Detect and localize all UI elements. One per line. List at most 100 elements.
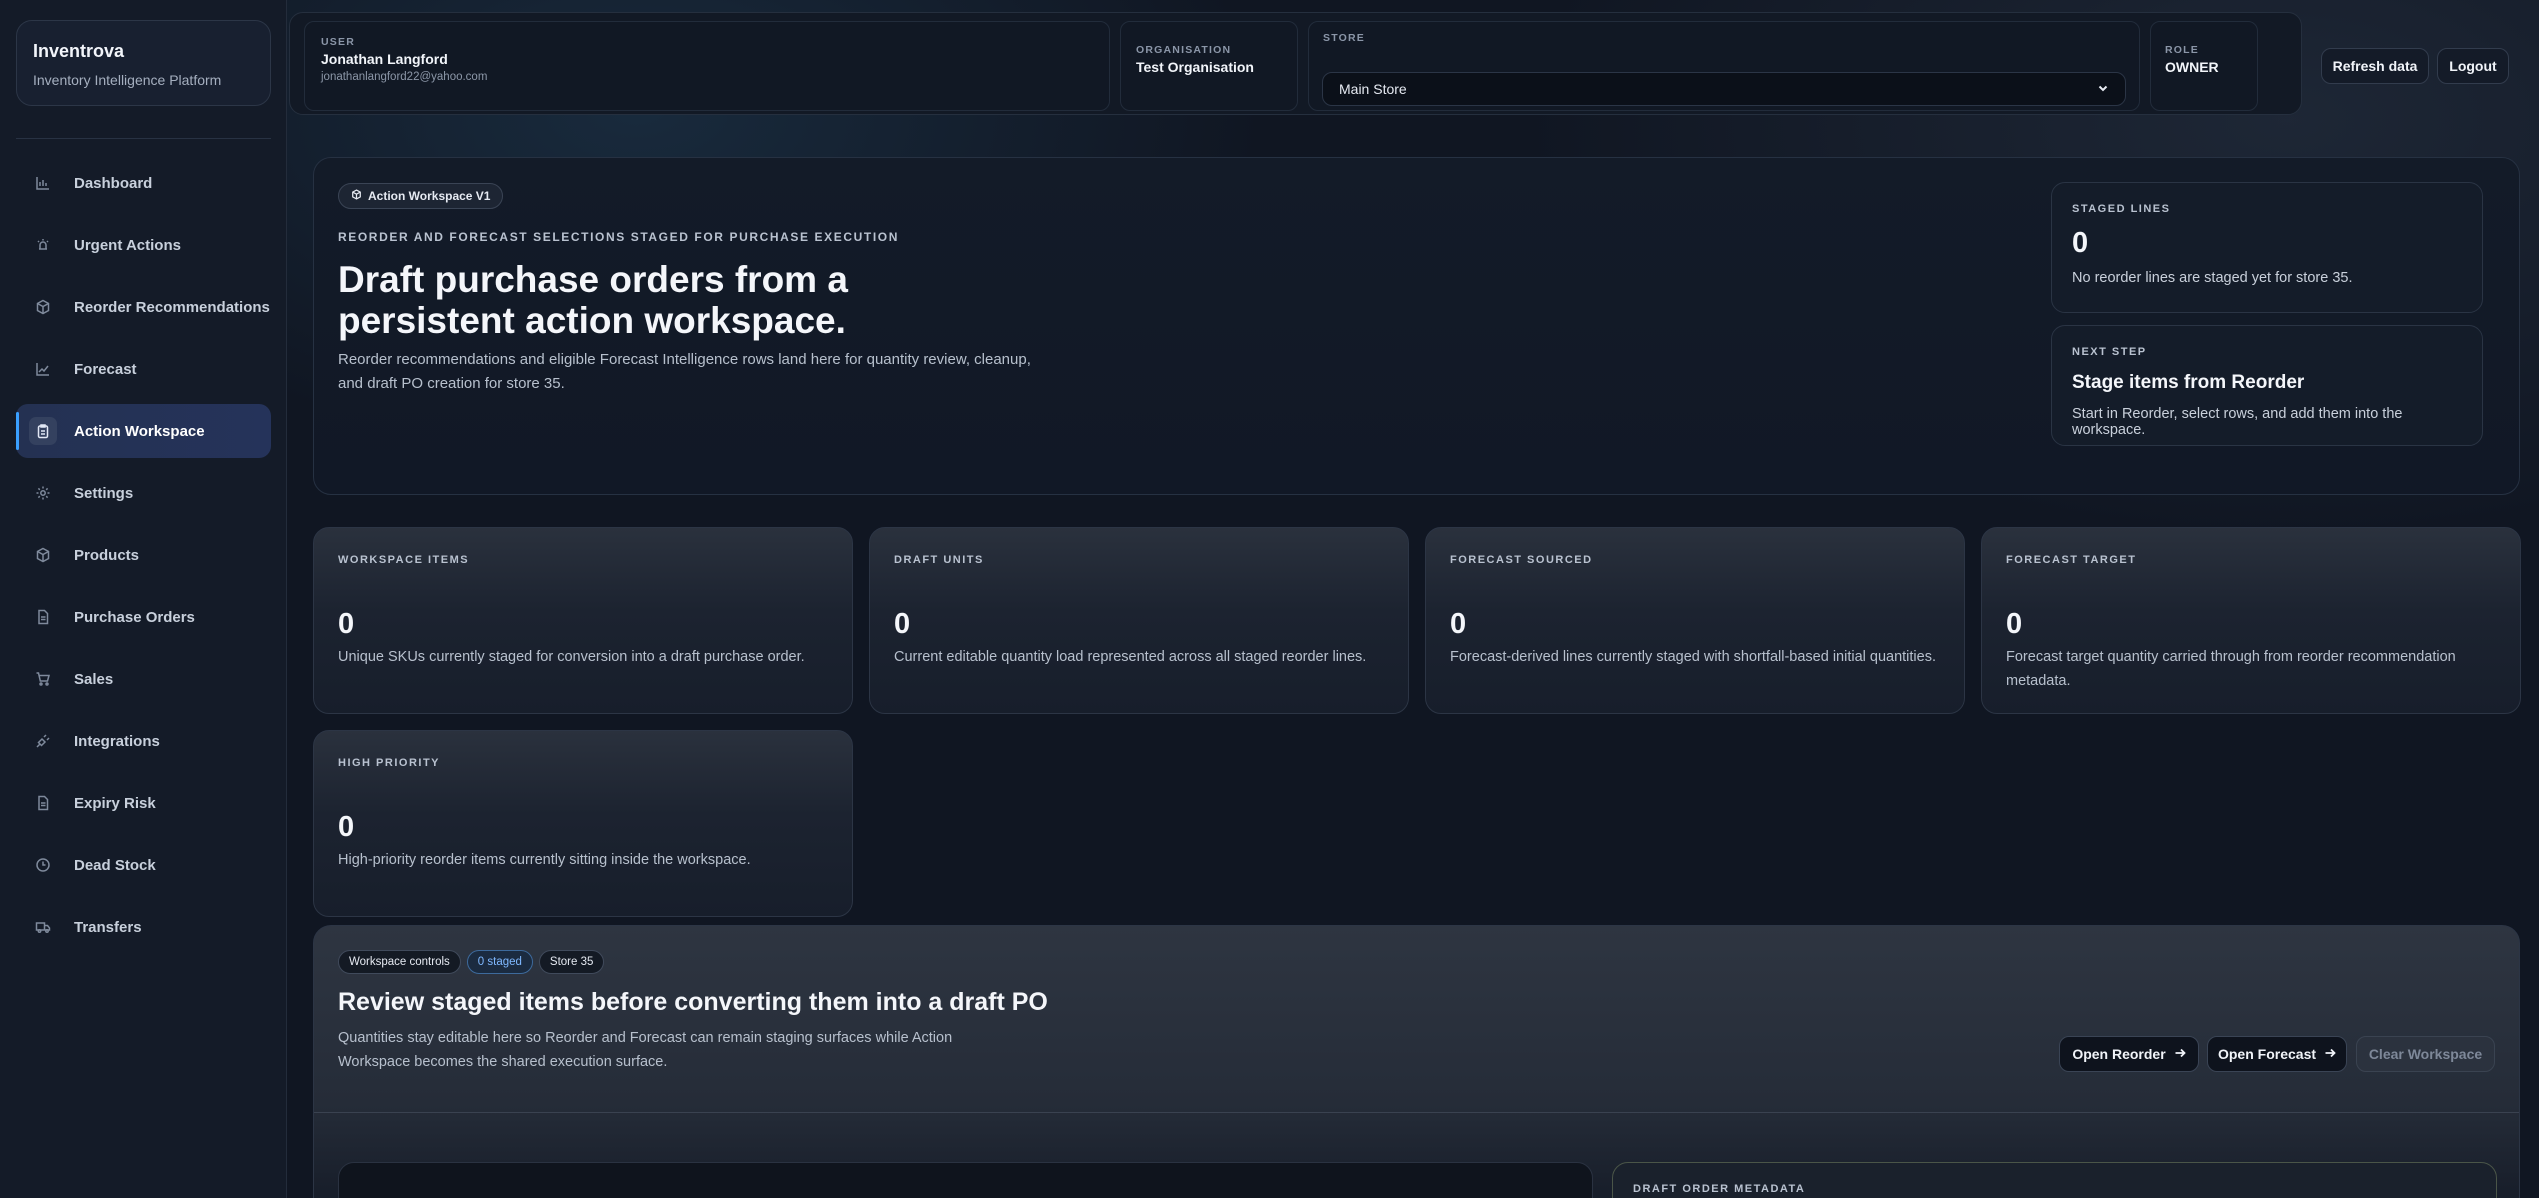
main-content: USER Jonathan Langford jonathanlangford2… — [287, 0, 2539, 1198]
staged-lines-note: No reorder lines are staged yet for stor… — [2072, 270, 2353, 286]
sidebar-item-urgent-actions[interactable]: Urgent Actions — [16, 218, 271, 272]
sidebar-item-label: Settings — [74, 484, 134, 502]
sidebar-item-dashboard[interactable]: Dashboard — [16, 156, 271, 210]
refresh-data-button[interactable]: Refresh data — [2321, 48, 2429, 84]
stat-description: Forecast-derived lines currently staged … — [1450, 649, 1936, 665]
tag-workspace-controls: Workspace controls — [338, 950, 461, 974]
open-forecast-label: Open Forecast — [2217, 1046, 2317, 1062]
package-icon — [32, 544, 54, 566]
organisation-cell: ORGANISATION Test Organisation — [1120, 21, 1298, 111]
sidebar-item-label: Dead Stock — [74, 856, 156, 874]
staged-lines-card: STAGED LINES 0 No reorder lines are stag… — [2051, 182, 2483, 313]
organisation-label: ORGANISATION — [1136, 44, 1232, 56]
sidebar-item-label: Sales — [74, 670, 114, 688]
hero-description: Reorder recommendations and eligible For… — [338, 351, 1031, 392]
role-label: ROLE — [2165, 44, 2199, 56]
sidebar-item-label: Reorder Recommendations — [74, 298, 270, 316]
sidebar-item-label: Integrations — [74, 732, 160, 750]
controls-description: Quantities stay editable here so Reorder… — [338, 1030, 953, 1070]
controls-divider — [314, 1112, 2519, 1113]
sidebar-item-forecast[interactable]: Forecast — [16, 342, 271, 396]
sidebar-item-integrations[interactable]: Integrations — [16, 714, 271, 768]
clear-workspace-button[interactable]: Clear Workspace — [2356, 1036, 2495, 1072]
next-step-note: Start in Reorder, select rows, and add t… — [2072, 406, 2403, 438]
workspace-version-label: Action Workspace V1 — [368, 189, 491, 203]
cart-icon — [32, 668, 54, 690]
clipboard-icon — [29, 417, 57, 445]
stat-forecast-target: FORECAST TARGET 0 Forecast target quanti… — [1981, 527, 2521, 714]
sidebar-item-label: Urgent Actions — [74, 236, 181, 254]
role-cell: ROLE OWNER — [2150, 21, 2258, 111]
store-cell: STORE Main Store — [1308, 21, 2140, 111]
sidebar-item-label: Products — [74, 546, 140, 564]
staged-items-table — [338, 1162, 1593, 1198]
file-icon — [32, 792, 54, 814]
next-step-title: Stage items from Reorder — [2072, 372, 2305, 393]
gear-icon — [32, 482, 54, 504]
stat-value: 0 — [1450, 608, 1467, 640]
sidebar-item-purchase-orders[interactable]: Purchase Orders — [16, 590, 271, 644]
tag-store: Store 35 — [538, 950, 605, 974]
stat-value: 0 — [2006, 608, 2023, 640]
sidebar-item-reorder-recommendations[interactable]: Reorder Recommendations — [16, 280, 271, 334]
open-reorder-label: Open Reorder — [2072, 1046, 2166, 1062]
sidebar-item-settings[interactable]: Settings — [16, 466, 271, 520]
open-forecast-button[interactable]: Open Forecast — [2207, 1036, 2347, 1072]
stat-value: 0 — [338, 811, 355, 843]
brand-card[interactable]: Inventrova Inventory Intelligence Platfo… — [16, 20, 271, 106]
sidebar-item-transfers[interactable]: Transfers — [16, 900, 271, 954]
chart-icon — [32, 172, 54, 194]
store-select[interactable]: Main Store — [1322, 72, 2126, 106]
staged-lines-value: 0 — [2072, 227, 2089, 259]
stat-value: 0 — [338, 608, 355, 640]
document-icon — [32, 606, 54, 628]
draft-order-metadata-card: DRAFT ORDER METADATA — [1612, 1162, 2497, 1198]
user-cell: USER Jonathan Langford jonathanlangford2… — [304, 21, 1110, 111]
sidebar: Inventrova Inventory Intelligence Platfo… — [0, 0, 287, 1198]
alert-icon — [32, 234, 54, 256]
truck-icon — [32, 916, 54, 938]
sidebar-item-label: Forecast — [74, 360, 137, 378]
clock-icon — [32, 854, 54, 876]
tag-staged-count: 0 staged — [466, 950, 533, 974]
sidebar-item-action-workspace[interactable]: Action Workspace — [16, 404, 271, 458]
user-label: USER — [321, 36, 355, 48]
store-label: STORE — [1323, 32, 1365, 44]
sidebar-item-label: Transfers — [74, 918, 142, 936]
sidebar-divider — [16, 138, 271, 139]
controls-tags: Workspace controls 0 staged Store 35 — [338, 950, 610, 974]
stat-label: FORECAST TARGET — [2006, 554, 2137, 566]
stat-label: FORECAST SOURCED — [1450, 554, 1593, 566]
stat-value: 0 — [894, 608, 911, 640]
plug-icon — [32, 730, 54, 752]
user-name: Jonathan Langford — [321, 51, 448, 67]
brand-name: Inventrova — [33, 41, 125, 61]
open-reorder-button[interactable]: Open Reorder — [2059, 1036, 2199, 1072]
sidebar-item-label: Expiry Risk — [74, 794, 156, 812]
stat-forecast-sourced: FORECAST SOURCED 0 Forecast-derived line… — [1425, 527, 1965, 714]
hero-eyebrow: REORDER AND FORECAST SELECTIONS STAGED F… — [338, 230, 899, 244]
stat-description: Unique SKUs currently staged for convers… — [338, 649, 805, 665]
draft-order-metadata-label: DRAFT ORDER METADATA — [1633, 1183, 1806, 1195]
stat-draft-units: DRAFT UNITS 0 Current editable quantity … — [869, 527, 1409, 714]
stat-label: WORKSPACE ITEMS — [338, 554, 470, 566]
sidebar-item-products[interactable]: Products — [16, 528, 271, 582]
next-step-card: NEXT STEP Stage items from Reorder Start… — [2051, 325, 2483, 446]
box-icon — [351, 189, 362, 203]
arrow-right-icon — [2324, 1046, 2336, 1062]
arrow-right-icon — [2174, 1046, 2186, 1062]
user-email: jonathanlangford22@yahoo.com — [321, 71, 488, 83]
sidebar-item-sales[interactable]: Sales — [16, 652, 271, 706]
sidebar-item-expiry-risk[interactable]: Expiry Risk — [16, 776, 271, 830]
logout-button[interactable]: Logout — [2437, 48, 2509, 84]
sidebar-item-dead-stock[interactable]: Dead Stock — [16, 838, 271, 892]
sidebar-item-label: Purchase Orders — [74, 608, 195, 626]
stat-description: High-priority reorder items currently si… — [338, 852, 751, 868]
box-icon — [32, 296, 54, 318]
next-step-label: NEXT STEP — [2072, 346, 2147, 358]
role-value: OWNER — [2165, 59, 2219, 75]
stat-description: Current editable quantity load represent… — [894, 649, 1367, 665]
stat-high-priority: HIGH PRIORITY 0 High-priority reorder it… — [313, 730, 853, 917]
top-context-bar: USER Jonathan Langford jonathanlangford2… — [289, 12, 2302, 115]
workspace-version-pill: Action Workspace V1 — [338, 183, 504, 209]
